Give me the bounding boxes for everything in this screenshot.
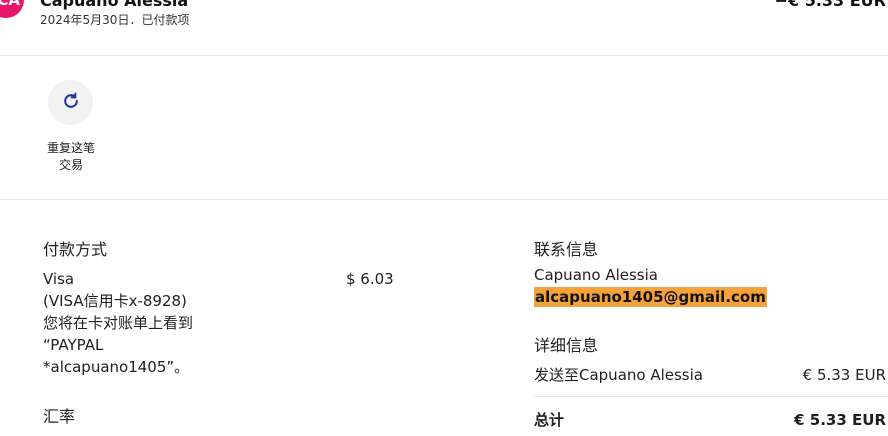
transaction-amount: −€ 5.33 EUR: [774, 0, 886, 10]
statement-note-line-3: *alcapuano1405”。: [43, 358, 190, 376]
statement-note-line-1: 您将在卡对账单上看到: [43, 314, 194, 332]
payment-method-title: 付款方式: [43, 240, 108, 259]
avatar-initials: CA: [0, 0, 20, 9]
total-value: € 5.33 EUR: [794, 411, 886, 429]
detail-row-label: 发送至Capuano Alessia: [534, 366, 703, 384]
payment-card: (VISA信用卡x-8928): [43, 292, 187, 310]
payment-amount: $ 6.03: [346, 270, 394, 288]
transaction-details-page: CA Capuano Alessia 2024年5月30日．已付款项 −€ 5.…: [0, 0, 888, 436]
repeat-transaction-button[interactable]: [48, 80, 93, 125]
contact-email[interactable]: alcapuano1405@gmail.com: [534, 287, 767, 307]
repeat-label-line-2: 交易: [58, 158, 83, 172]
transaction-date-status: 2024年5月30日．已付款项: [40, 13, 190, 27]
refresh-icon: [61, 91, 81, 115]
statement-note-line-2: “PAYPAL: [43, 336, 104, 354]
actions-divider: [0, 199, 888, 200]
total-row: 总计 € 5.33 EUR: [534, 409, 886, 431]
details-divider: [534, 396, 888, 397]
exchange-rate-title: 汇率: [43, 407, 76, 426]
payment-method-details: Visa (VISA信用卡x-8928) 您将在卡对账单上看到 “PAYPAL …: [43, 268, 273, 378]
payment-method-name: Visa: [43, 270, 75, 288]
repeat-label-line-1: 重复这笔: [46, 141, 95, 155]
detail-row-sent-to: 发送至Capuano Alessia € 5.33 EUR: [534, 364, 886, 386]
detail-row-value: € 5.33 EUR: [802, 366, 886, 384]
header-divider: [0, 55, 888, 56]
contact-name: Capuano Alessia: [534, 266, 658, 284]
repeat-transaction-label[interactable]: 重复这笔 交易: [36, 140, 106, 174]
avatar: CA: [0, 0, 24, 18]
total-label: 总计: [534, 411, 565, 429]
merchant-name: Capuano Alessia: [40, 0, 189, 10]
details-title: 详细信息: [534, 336, 599, 355]
contact-info-title: 联系信息: [534, 240, 599, 259]
